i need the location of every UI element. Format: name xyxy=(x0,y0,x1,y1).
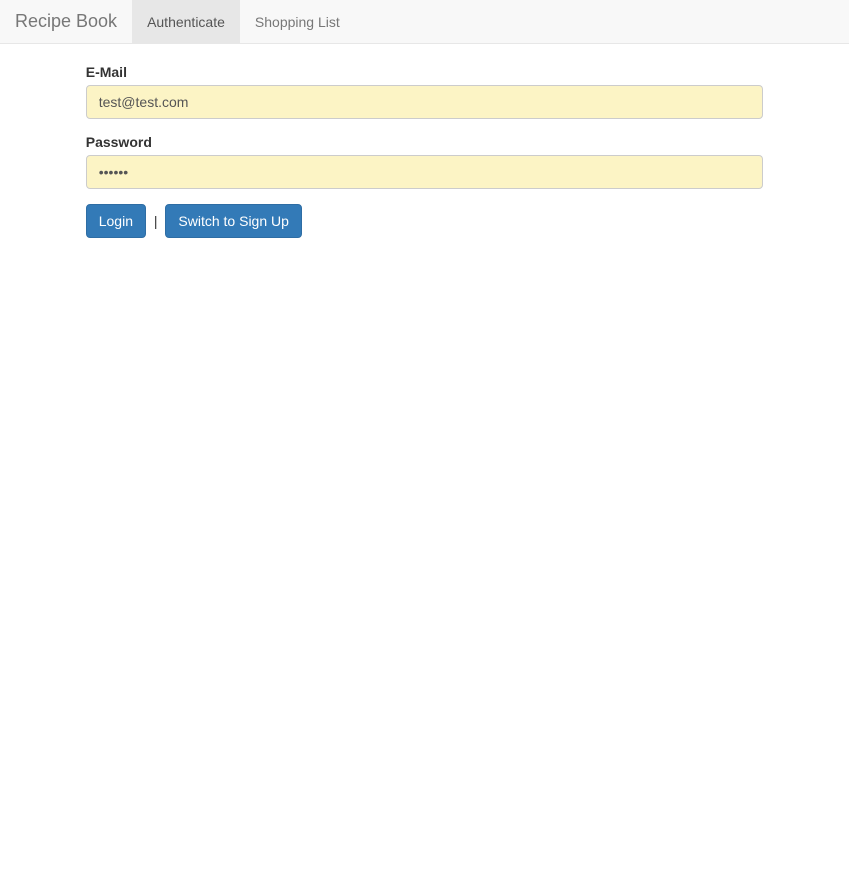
password-field[interactable] xyxy=(86,155,763,189)
email-label: E-Mail xyxy=(86,64,763,80)
navbar: Recipe Book Authenticate Shopping List xyxy=(0,0,849,44)
switch-mode-button[interactable]: Switch to Sign Up xyxy=(165,204,302,238)
button-row: Login | Switch to Sign Up xyxy=(86,204,763,238)
main-container: E-Mail Password Login | Switch to Sign U… xyxy=(0,44,849,238)
password-group: Password xyxy=(86,134,763,189)
email-field[interactable] xyxy=(86,85,763,119)
nav-link-authenticate[interactable]: Authenticate xyxy=(132,0,240,43)
row: E-Mail Password Login | Switch to Sign U… xyxy=(0,44,849,238)
nav-link-shopping-list[interactable]: Shopping List xyxy=(240,0,355,43)
nav-item-shopping-list: Shopping List xyxy=(240,0,355,43)
nav-item-authenticate: Authenticate xyxy=(132,0,240,43)
button-separator: | xyxy=(154,213,158,229)
password-label: Password xyxy=(86,134,763,150)
auth-form: E-Mail Password Login | Switch to Sign U… xyxy=(86,64,763,238)
login-button[interactable]: Login xyxy=(86,204,146,238)
email-group: E-Mail xyxy=(86,64,763,119)
form-column: E-Mail Password Login | Switch to Sign U… xyxy=(71,44,778,238)
nav-list: Authenticate Shopping List xyxy=(132,0,355,43)
navbar-brand[interactable]: Recipe Book xyxy=(0,0,132,43)
